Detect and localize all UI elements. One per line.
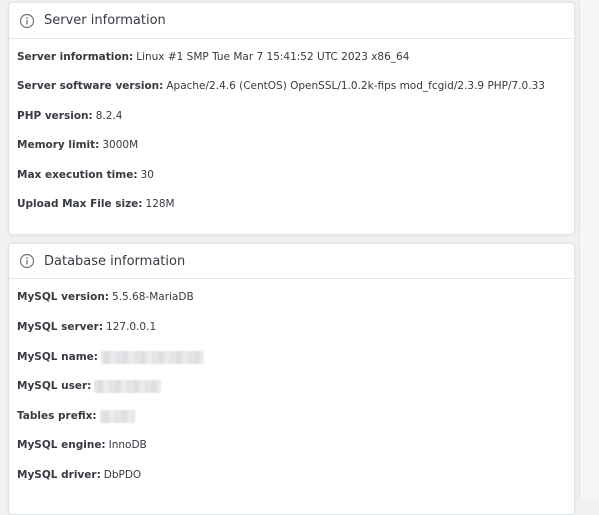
- info-circle-icon: [19, 253, 35, 269]
- server-information-title: Server information: [44, 13, 166, 28]
- memory-limit-row: Memory limit: 3000M: [17, 138, 138, 152]
- right-panel-edge: [579, 0, 599, 499]
- memory-limit-value: 3000M: [102, 139, 139, 151]
- php-version-value: 8.2.4: [95, 110, 123, 122]
- memory-limit-label: Memory limit:: [17, 139, 100, 151]
- mysql-server-row: MySQL server: 127.0.0.1: [17, 320, 156, 334]
- mysql-user-redacted-value: [94, 379, 162, 393]
- tables-prefix-redacted-value: [99, 409, 135, 423]
- server-info-label: Server information:: [17, 51, 134, 63]
- upload-max-file-size-label: Upload Max File size:: [17, 198, 143, 210]
- database-information-card: Database information MySQL version: 5.5.…: [8, 243, 575, 515]
- mysql-user-label: MySQL user:: [17, 380, 92, 392]
- mysql-version-row: MySQL version: 5.5.68-MariaDB: [17, 290, 194, 304]
- max-execution-time-value: 30: [140, 169, 154, 181]
- max-execution-time-row: Max execution time: 30: [17, 168, 154, 182]
- php-version-label: PHP version:: [17, 110, 93, 122]
- server-information-card: Server information Server information: L…: [8, 2, 575, 235]
- info-circle-icon: [19, 13, 35, 28]
- mysql-name-row: MySQL name:: [17, 350, 204, 364]
- upload-max-file-size-value: 128M: [145, 198, 175, 210]
- mysql-name-label: MySQL name:: [17, 351, 98, 363]
- mysql-user-row: MySQL user:: [17, 379, 162, 393]
- server-information-header: Server information: [9, 3, 574, 39]
- mysql-driver-value: DbPDO: [103, 469, 142, 481]
- tables-prefix-row: Tables prefix:: [17, 409, 135, 423]
- server-info-value: Linux #1 SMP Tue Mar 7 15:41:52 UTC 2023…: [136, 51, 410, 63]
- database-information-header: Database information: [9, 244, 574, 279]
- tables-prefix-label: Tables prefix:: [17, 410, 97, 422]
- php-version-row: PHP version: 8.2.4: [17, 109, 122, 123]
- mysql-name-redacted-value: [100, 350, 204, 364]
- upload-max-file-size-row: Upload Max File size: 128M: [17, 197, 175, 211]
- mysql-engine-label: MySQL engine:: [17, 439, 106, 451]
- mysql-server-label: MySQL server:: [17, 321, 104, 333]
- server-info-row: Server information: Linux #1 SMP Tue Mar…: [17, 50, 409, 64]
- mysql-driver-row: MySQL driver: DbPDO: [17, 468, 141, 482]
- database-information-title: Database information: [44, 253, 186, 269]
- mysql-version-value: 5.5.68-MariaDB: [112, 291, 194, 303]
- mysql-engine-row: MySQL engine: InnoDB: [17, 438, 147, 452]
- mysql-server-value: 127.0.0.1: [106, 321, 157, 333]
- server-software-row: Server software version: Apache/2.4.6 (C…: [17, 79, 545, 93]
- mysql-engine-value: InnoDB: [108, 439, 147, 451]
- mysql-driver-label: MySQL driver:: [17, 469, 101, 481]
- server-software-value: Apache/2.4.6 (CentOS) OpenSSL/1.0.2k-fip…: [166, 80, 545, 92]
- max-execution-time-label: Max execution time:: [17, 169, 138, 181]
- mysql-version-label: MySQL version:: [17, 291, 110, 303]
- server-software-label: Server software version:: [17, 80, 164, 92]
